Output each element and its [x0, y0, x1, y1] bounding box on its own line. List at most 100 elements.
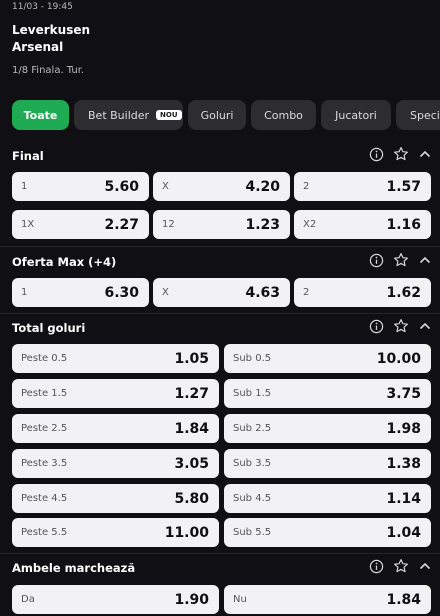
star-icon[interactable] — [393, 252, 409, 268]
odd-button[interactable]: Sub 3.5 1.38 — [224, 449, 431, 478]
info-icon[interactable] — [369, 559, 384, 574]
odd-button[interactable]: Da 1.90 — [12, 585, 219, 614]
section-title-oferta: Oferta Max (+4) — [12, 255, 117, 269]
odd-value: 5.80 — [174, 490, 209, 507]
odd-button[interactable]: Sub 4.5 1.14 — [224, 484, 431, 513]
odd-button[interactable]: Peste 0.5 1.05 — [12, 344, 219, 373]
info-icon[interactable] — [369, 319, 384, 334]
section-title-final: Final — [12, 149, 44, 163]
chevron-up-icon[interactable] — [418, 147, 432, 161]
odd-value: 1.62 — [386, 284, 421, 301]
odd-button[interactable]: Peste 4.5 5.80 — [12, 484, 219, 513]
odd-button[interactable]: Peste 2.5 1.84 — [12, 414, 219, 443]
star-icon[interactable] — [393, 146, 409, 162]
odd-button[interactable]: X2 1.16 — [294, 210, 431, 239]
info-icon[interactable] — [369, 147, 384, 162]
odd-value: 1.90 — [174, 591, 209, 608]
odd-value: 4.63 — [245, 284, 280, 301]
section-divider — [0, 313, 440, 314]
odd-label: Peste 4.5 — [21, 493, 68, 504]
team-home: Leverkusen — [12, 23, 91, 37]
odd-label: Peste 5.5 — [21, 527, 68, 538]
chevron-up-icon[interactable] — [418, 319, 432, 333]
odd-label: Sub 0.5 — [233, 353, 272, 364]
chevron-up-icon[interactable] — [418, 253, 432, 267]
odd-button[interactable]: 1 5.60 — [12, 172, 149, 201]
odd-button[interactable]: X 4.20 — [153, 172, 290, 201]
odd-value: 5.60 — [104, 178, 139, 195]
odd-label: Nu — [233, 594, 247, 605]
odd-button[interactable]: 2 1.57 — [294, 172, 431, 201]
odd-value: 1.04 — [386, 524, 421, 541]
odd-label: X — [162, 181, 169, 192]
new-badge: NOU — [156, 110, 182, 120]
odd-value: 6.30 — [104, 284, 139, 301]
odd-label: Peste 0.5 — [21, 353, 68, 364]
odd-button[interactable]: Sub 1.5 3.75 — [224, 379, 431, 408]
odd-button[interactable]: Nu 1.84 — [224, 585, 431, 614]
match-round: 1/8 Finala. Tur. — [12, 65, 85, 76]
match-date: 11/03 - 19:45 — [12, 2, 73, 12]
odd-label: 1 — [21, 181, 28, 192]
section-title-total: Total goluri — [12, 321, 86, 335]
odd-label: 2 — [303, 287, 310, 298]
star-icon[interactable] — [393, 558, 409, 574]
odd-value: 1.98 — [386, 420, 421, 437]
tab-label: Combo — [264, 108, 303, 122]
odd-label: Peste 3.5 — [21, 458, 68, 469]
odd-value: 2.27 — [104, 216, 139, 233]
odd-value: 1.84 — [386, 591, 421, 608]
odd-button[interactable]: Peste 5.5 11.00 — [12, 518, 219, 547]
odd-button[interactable]: 12 1.23 — [153, 210, 290, 239]
odd-button[interactable]: Peste 3.5 3.05 — [12, 449, 219, 478]
odd-value: 1.23 — [245, 216, 280, 233]
odd-value: 10.00 — [376, 350, 421, 367]
odd-value: 4.20 — [245, 178, 280, 195]
tab-combo[interactable]: Combo — [251, 100, 316, 130]
odd-button[interactable]: Sub 0.5 10.00 — [224, 344, 431, 373]
odd-label: 1 — [21, 287, 28, 298]
odd-label: Peste 2.5 — [21, 423, 68, 434]
odd-value: 3.75 — [386, 385, 421, 402]
tab-speciale[interactable]: Speci — [396, 100, 440, 130]
odd-button[interactable]: 2 1.62 — [294, 278, 431, 307]
section-divider — [0, 553, 440, 554]
odd-label: Da — [21, 594, 35, 605]
tab-label: Toate — [23, 108, 58, 122]
section-title-ambele: Ambele marchează — [12, 561, 136, 575]
odd-label: Sub 1.5 — [233, 388, 272, 399]
odd-button[interactable]: 1X 2.27 — [12, 210, 149, 239]
odd-button[interactable]: Sub 2.5 1.98 — [224, 414, 431, 443]
odd-button[interactable]: X 4.63 — [153, 278, 290, 307]
market-tabs: Toate Bet Builder NOU Goluri Combo Jucat… — [12, 100, 440, 130]
star-icon[interactable] — [393, 318, 409, 334]
section-actions-total — [369, 318, 432, 334]
odd-label: 12 — [162, 219, 175, 230]
section-actions-ambele — [369, 558, 432, 574]
odd-label: Sub 5.5 — [233, 527, 272, 538]
team-away: Arsenal — [12, 40, 64, 54]
odd-label: 2 — [303, 181, 310, 192]
odd-button[interactable]: Peste 1.5 1.27 — [12, 379, 219, 408]
odd-value: 1.05 — [174, 350, 209, 367]
tab-label: Goluri — [200, 108, 234, 122]
tab-label: Jucatori — [335, 108, 377, 122]
odd-value: 3.05 — [174, 455, 209, 472]
section-actions-final — [369, 146, 432, 162]
odd-label: Sub 2.5 — [233, 423, 272, 434]
tab-goluri[interactable]: Goluri — [188, 100, 246, 130]
tab-jucatori[interactable]: Jucatori — [321, 100, 391, 130]
tab-toate[interactable]: Toate — [12, 100, 69, 130]
section-actions-oferta — [369, 252, 432, 268]
odd-label: 1X — [21, 219, 35, 230]
odd-value: 1.16 — [386, 216, 421, 233]
tab-bet-builder[interactable]: Bet Builder NOU — [74, 100, 183, 130]
odd-button[interactable]: Sub 5.5 1.04 — [224, 518, 431, 547]
odd-value: 11.00 — [164, 524, 209, 541]
tab-label: Speci — [410, 108, 440, 122]
tab-label: Bet Builder — [88, 108, 150, 122]
odd-label: Peste 1.5 — [21, 388, 68, 399]
info-icon[interactable] — [369, 253, 384, 268]
odd-button[interactable]: 1 6.30 — [12, 278, 149, 307]
chevron-up-icon[interactable] — [418, 559, 432, 573]
